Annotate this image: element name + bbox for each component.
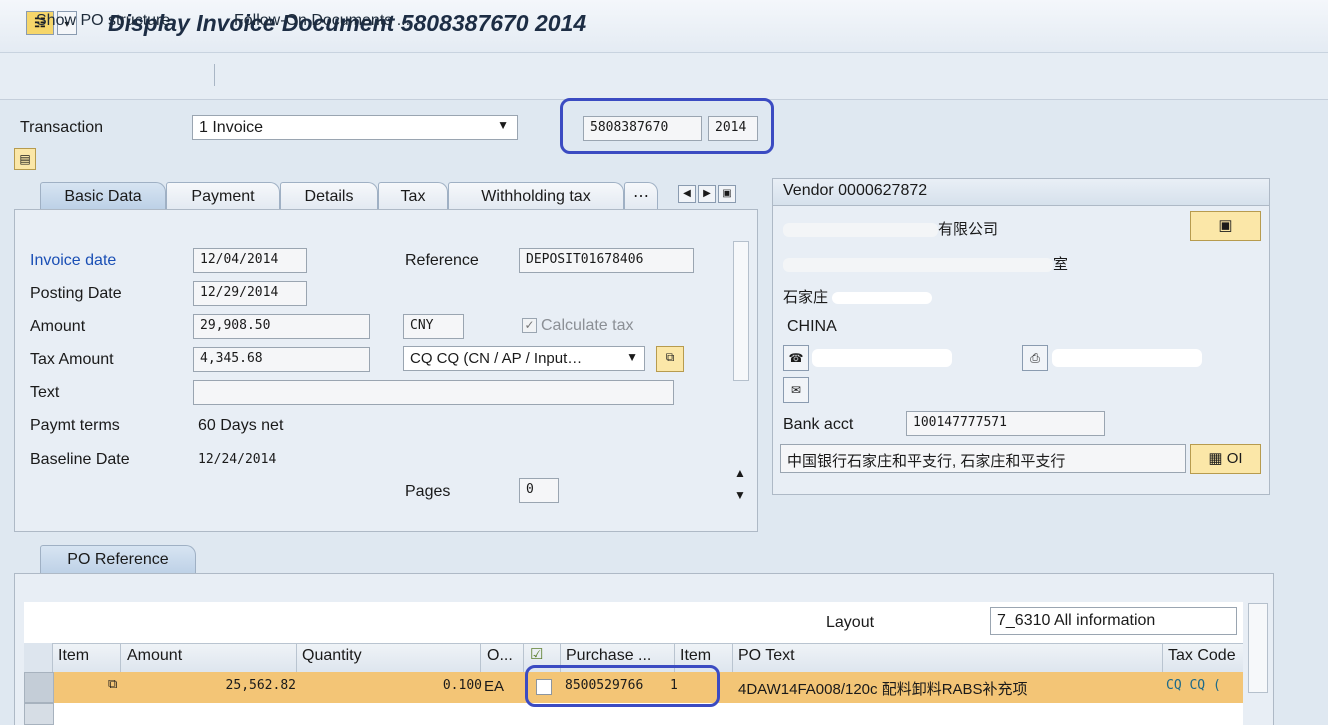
toolbar-separator [214,64,215,86]
panel-scrollbar-thumb[interactable] [733,241,749,381]
tax-details-icon[interactable]: ⧉ [656,346,684,372]
vendor-street-line: 室 [783,253,1083,275]
bank-acct-label: Bank acct [783,416,854,433]
vendor-city: 石家庄 [783,289,829,306]
paymt-terms-value: 60 Days net [198,417,284,434]
layout-label: Layout [826,614,875,631]
col-header-tax-code[interactable]: Tax Code [1168,647,1240,665]
tab-basic-data[interactable]: Basic Data [40,182,166,210]
row-po-text: 4DAW14FA008/120c 配料卸料RABS补充项 [738,681,1028,698]
layout-field[interactable]: 7_6310 All information [990,607,1237,635]
vendor-name-line: 有限公司 [783,218,1018,240]
select-check-icon[interactable]: ☑ [530,645,543,663]
redacted-fax [1052,349,1202,367]
transaction-value: 1 Invoice [199,119,264,136]
document-highlight-annotation [560,98,774,154]
col-header-po-text[interactable]: PO Text [738,647,795,665]
tax-code-value: CQ CQ (CN / AP / Input… [410,350,583,367]
pages-label: Pages [405,483,451,500]
baseline-date-label: Baseline Date [30,451,130,468]
grid-icon: ▦ [1208,450,1223,467]
vendor-country: CHINA [787,318,837,335]
tax-amount-label: Tax Amount [30,351,114,368]
transaction-select[interactable]: 1 Invoice ▼ [192,115,518,140]
column-divider [296,643,297,672]
calculate-tax-label: Calculate tax [541,317,634,334]
tab-more-icon[interactable]: ⋯ [624,182,658,210]
application-toolbar [0,53,1328,100]
follow-on-documents-button[interactable]: Follow-On Documents ... [234,12,410,30]
col-header-amount[interactable]: Amount [127,647,182,665]
tab-scroll-right-icon[interactable]: ▶ [698,185,716,203]
column-divider [523,643,524,672]
pages-field: 0 [519,478,559,503]
fax-icon[interactable]: ⎙ [1022,345,1048,371]
column-divider [120,643,121,672]
redacted-telephone [812,349,952,367]
currency-field: CNY [403,314,464,339]
grid-scrollbar-thumb[interactable] [1248,603,1268,693]
transaction-label: Transaction [20,119,103,136]
row-selector[interactable] [24,703,54,725]
chevron-down-icon[interactable]: ▼ [497,118,509,132]
row-amount: 25,562.82 [225,678,296,693]
scroll-down-icon[interactable]: ▼ [734,488,746,502]
email-icon[interactable]: ✉ [783,377,809,403]
column-divider [732,643,733,672]
tax-amount-field: 4,345.68 [193,347,370,372]
column-divider [1162,643,1163,672]
bank-acct-field: 100147777571 [906,411,1105,436]
purchase-order-highlight-annotation [525,665,720,707]
column-divider [480,643,481,672]
text-field [193,380,674,405]
vendor-name: 有限公司 [938,221,999,238]
baseline-date-value: 12/24/2014 [198,452,277,467]
toggle-worklist-icon[interactable]: ▤ [14,148,36,170]
tab-payment[interactable]: Payment [166,182,280,210]
amount-label: Amount [30,318,86,335]
bank-name-field: 中国银行石家庄和平支行, 石家庄和平支行 [780,444,1186,473]
col-header-item[interactable]: Item [58,647,89,665]
reference-field: DEPOSIT01678406 [519,248,694,273]
row-quantity: 0.100 [442,678,482,693]
row-unit: EA [484,678,505,695]
item-detail-icon[interactable]: ⧉ [108,676,117,692]
col-header-order-unit[interactable]: O... [487,647,513,665]
tab-withholding-tax[interactable]: Withholding tax [448,182,624,210]
amount-field: 29,908.50 [193,314,370,339]
vendor-details-icon[interactable]: ▣ [1190,211,1261,241]
vendor-street: 室 [1053,256,1069,273]
tab-scroll-left-icon[interactable]: ◀ [678,185,696,203]
reference-label: Reference [405,252,479,269]
telephone-icon[interactable]: ☎ [783,345,809,371]
tax-code-select[interactable]: CQ CQ (CN / AP / Input… ▼ [403,346,645,371]
tab-tax[interactable]: Tax [378,182,448,210]
posting-date-label: Posting Date [30,285,122,302]
paymt-terms-label: Paymt terms [30,417,120,434]
invoice-date-label: Invoice date [30,252,117,269]
col-header-purchase-order[interactable]: Purchase ... [566,647,651,665]
row-selector[interactable] [24,672,54,703]
posting-date-field: 12/29/2014 [193,281,307,306]
calculate-tax-checkbox[interactable]: ✓ [522,318,537,333]
select-all-cell[interactable] [24,643,53,672]
chevron-down-icon[interactable]: ▼ [626,350,638,364]
vendor-city-line: 石家庄 [783,286,963,308]
tab-details[interactable]: Details [280,182,378,210]
tab-list-icon[interactable]: ▣ [718,185,736,203]
col-header-po-item[interactable]: Item [680,647,711,665]
tab-po-reference[interactable]: PO Reference [40,545,196,575]
text-label: Text [30,384,60,401]
scroll-up-icon[interactable]: ▲ [734,466,746,480]
row-tax-code: CQ CQ ( [1166,678,1221,693]
col-header-quantity[interactable]: Quantity [302,647,362,665]
vendor-title: Vendor 0000627872 [783,182,928,199]
invoice-date-field: 12/04/2014 [193,248,307,273]
show-po-structure-button[interactable]: Show PO structure [36,12,170,30]
open-items-button[interactable]: ▦ OI [1190,444,1261,474]
